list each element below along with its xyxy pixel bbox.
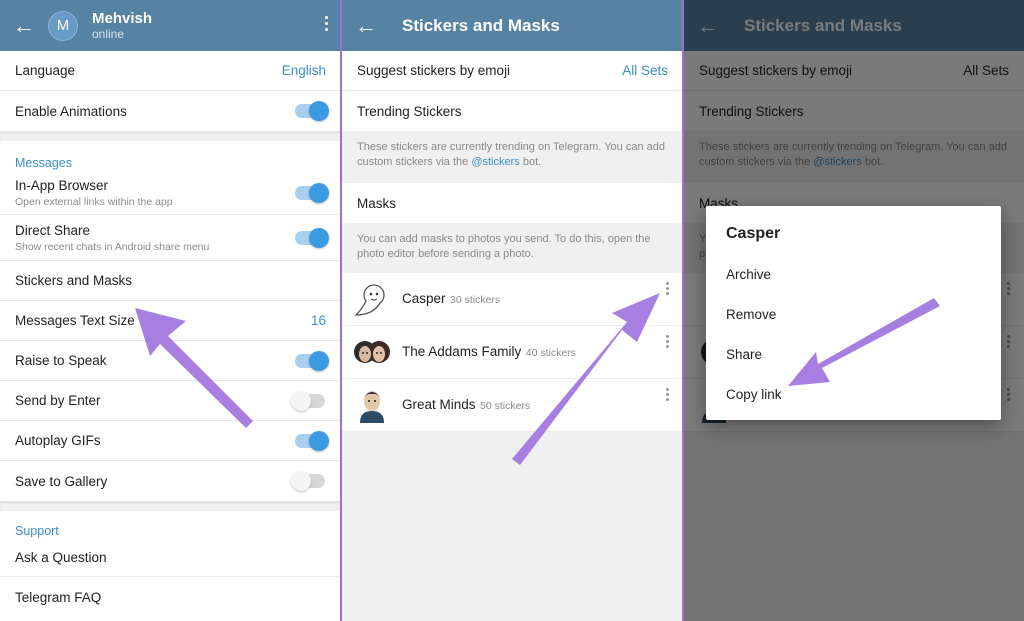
- settings-panel: ← M Mehvish online Language English Enab…: [0, 0, 341, 621]
- arrow-shape: [135, 308, 253, 428]
- stickers-panel: ← Stickers and Masks Suggest stickers by…: [342, 0, 683, 621]
- pointer-arrow-1: [135, 308, 253, 428]
- arrow-shape: [788, 298, 940, 386]
- arrow-shape: [512, 293, 660, 465]
- sticker-options-panel: ← Stickers and Masks Suggest stickers by…: [684, 0, 1024, 621]
- pointer-arrow-2: [512, 293, 660, 465]
- pointer-arrow-3: [788, 298, 940, 386]
